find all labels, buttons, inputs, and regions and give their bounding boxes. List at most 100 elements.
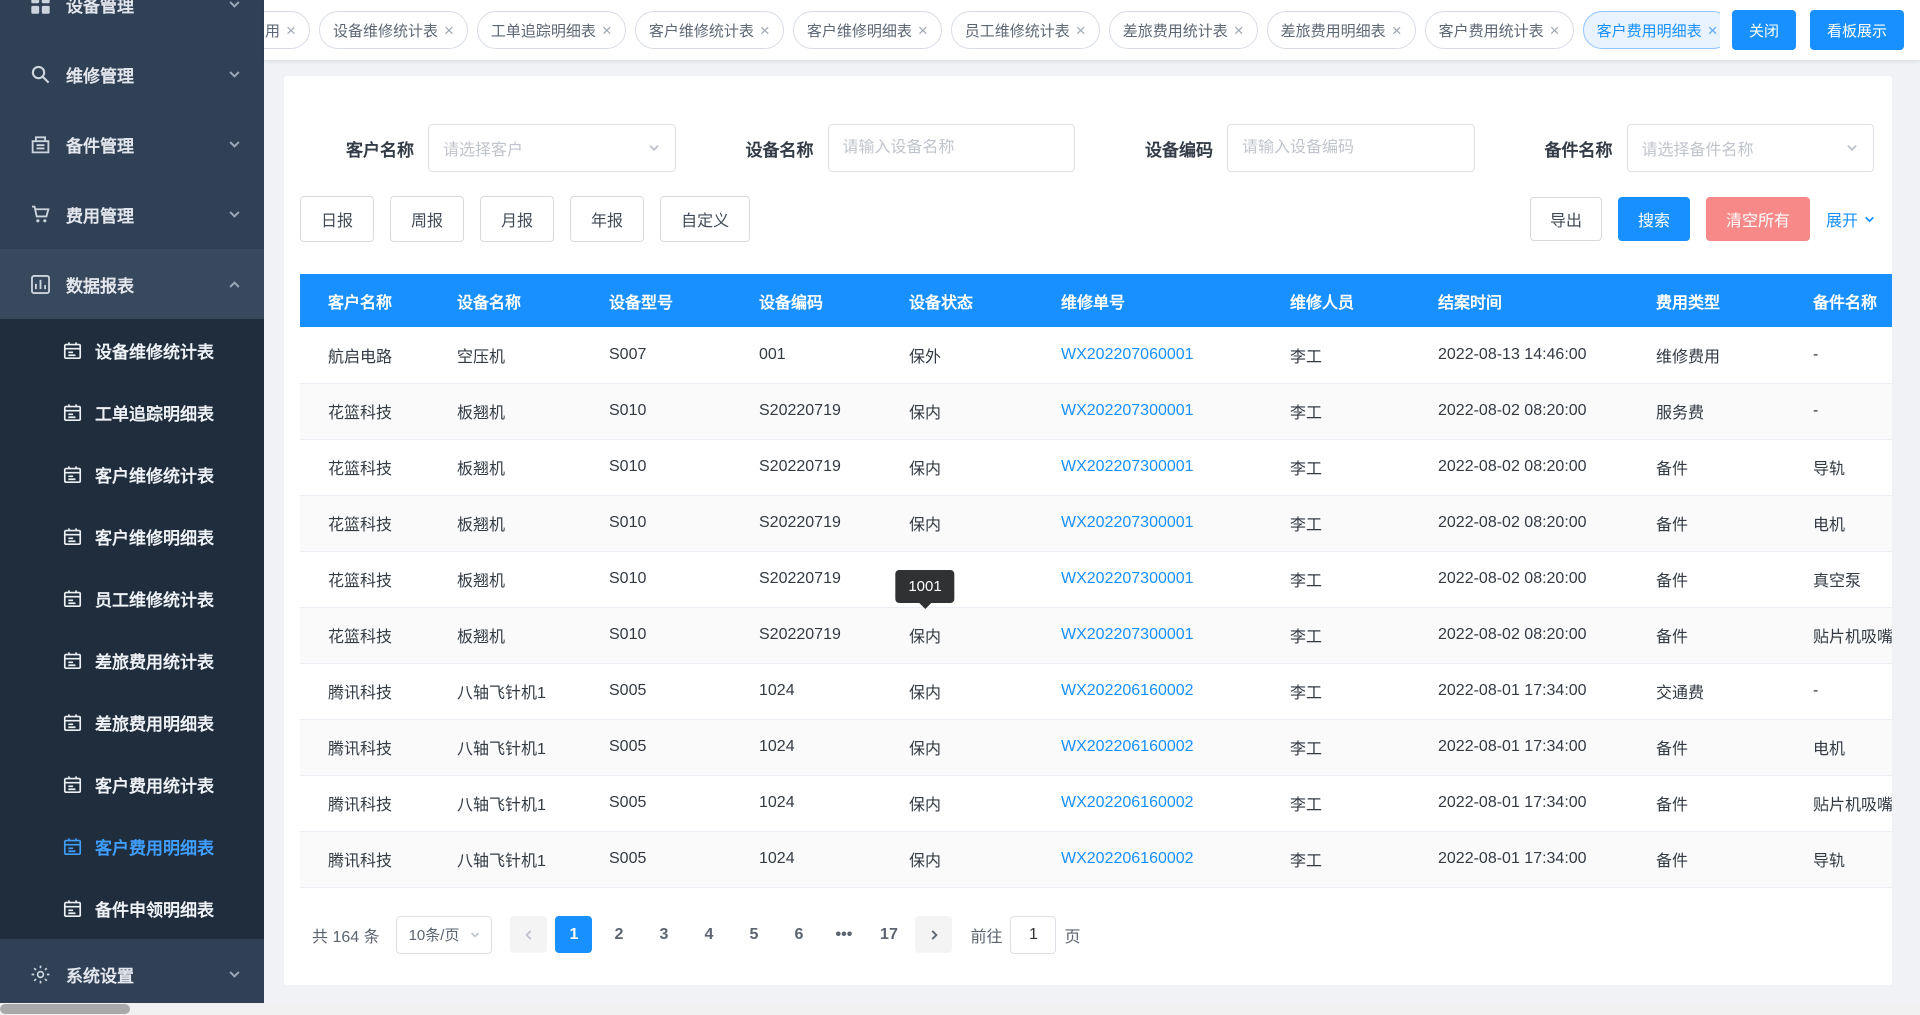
submenu-item-label: 客户费用统计表 (95, 772, 214, 797)
table-cell: 保内 (881, 439, 1033, 495)
tab-item[interactable]: 客户维修明细表× (793, 11, 942, 49)
filter-row: 客户名称请选择客户设备名称设备编码备件名称请选择备件名称 (300, 124, 1876, 172)
submenu-item-work-order-tracking-detail[interactable]: 工单追踪明细表 (0, 381, 264, 443)
work-order-link[interactable]: WX202207060001 (1033, 327, 1262, 383)
page-button[interactable]: 4 (690, 916, 727, 953)
table-cell: 李工 (1262, 383, 1410, 439)
expand-toggle[interactable]: 展开 (1826, 207, 1876, 231)
tab-close-icon[interactable]: × (760, 22, 770, 39)
sidebar-item-data-reports[interactable]: 数据报表 (0, 249, 264, 319)
submenu-item-travel-expense-detail[interactable]: 差旅费用明细表 (0, 691, 264, 753)
horizontal-scrollbar[interactable] (0, 1003, 1920, 1015)
daily-report-button[interactable]: 日报 (300, 196, 374, 242)
action-buttons: 导出 搜索 清空所有 展开 (1530, 197, 1876, 241)
sidebar-item-equipment-mgmt[interactable]: 设备管理 (0, 0, 264, 39)
tab-item[interactable]: 员工维修统计表× (951, 11, 1100, 49)
device-name-input-wrap (828, 124, 1076, 172)
submenu-item-travel-expense-stats[interactable]: 差旅费用统计表 (0, 629, 264, 691)
tab-close-icon[interactable]: × (1234, 22, 1244, 39)
tab-item[interactable]: 客户费用统计表× (1425, 11, 1574, 49)
tab-close-icon[interactable]: × (286, 22, 296, 39)
submenu-item-customer-repair-detail[interactable]: 客户维修明细表 (0, 505, 264, 567)
sidebar-item-repair-mgmt[interactable]: 维修管理 (0, 39, 264, 109)
tab-label: 差旅费用统计表 (1123, 20, 1228, 41)
work-order-link[interactable]: WX202207300001 (1033, 607, 1262, 663)
submenu-item-device-repair-stats[interactable]: 设备维修统计表 (0, 319, 264, 381)
table-cell: 花篮科技 (300, 495, 429, 551)
table-cell: 腾讯科技 (300, 663, 429, 719)
custom-range-button[interactable]: 自定义 (660, 196, 750, 242)
page-button[interactable]: 17 (870, 916, 907, 953)
sidebar-menu: 设备管理维修管理备件管理费用管理数据报表 (0, 0, 264, 319)
work-order-link[interactable]: WX202206160002 (1033, 719, 1262, 775)
sidebar-item-system-settings[interactable]: 系统设置 (0, 939, 264, 1009)
tab-close-icon[interactable]: × (1708, 22, 1718, 39)
tab-item[interactable]: 用× (264, 11, 310, 49)
tab-close-icon[interactable]: × (1392, 22, 1402, 39)
board-display-button[interactable]: 看板展示 (1810, 10, 1904, 50)
tab-close-icon[interactable]: × (444, 22, 454, 39)
range-buttons: 日报周报月报年报自定义 (300, 196, 750, 242)
table-cell: 李工 (1262, 551, 1410, 607)
column-header: 设备编码 (731, 274, 881, 327)
tab-item[interactable]: 客户维修统计表× (635, 11, 784, 49)
sidebar-item-expense-mgmt[interactable]: 费用管理 (0, 179, 264, 249)
table-cell: 李工 (1262, 495, 1410, 551)
sidebar-item-parts-mgmt[interactable]: 备件管理 (0, 109, 264, 179)
export-button[interactable]: 导出 (1530, 197, 1602, 241)
tab-item[interactable]: 客户费用明细表× (1583, 11, 1720, 49)
jump-label-after: 页 (1064, 923, 1080, 947)
page-button[interactable]: 3 (645, 916, 682, 953)
pages-more-button[interactable]: ••• (825, 916, 862, 953)
prev-page-button[interactable] (510, 916, 547, 953)
tab-strip: 用×设备维修统计表×工单追踪明细表×客户维修统计表×客户维修明细表×员工维修统计… (264, 11, 1720, 49)
menu-item-label: 系统设置 (66, 962, 134, 987)
clear-all-button[interactable]: 清空所有 (1706, 197, 1810, 241)
tab-close-icon[interactable]: × (1076, 22, 1086, 39)
calendar-icon (63, 837, 82, 856)
work-order-link[interactable]: WX202206160002 (1033, 831, 1262, 887)
calendar-icon (63, 465, 82, 484)
search-button[interactable]: 搜索 (1618, 197, 1690, 241)
page-button[interactable]: 5 (735, 916, 772, 953)
filter-label: 设备编码 (1101, 136, 1213, 161)
table-cell: 2022-08-02 08:20:00 (1410, 495, 1628, 551)
tab-item[interactable]: 差旅费用统计表 × (1109, 11, 1258, 49)
submenu-item-label: 客户维修明细表 (95, 524, 214, 549)
next-page-button[interactable] (915, 916, 952, 953)
tab-close-icon[interactable]: × (918, 22, 928, 39)
tooltip-text: 1001 (908, 578, 941, 595)
weekly-report-button[interactable]: 周报 (390, 196, 464, 242)
work-order-link[interactable]: WX202207300001 (1033, 383, 1262, 439)
submenu-item-parts-request-detail[interactable]: 备件申领明细表 (0, 877, 264, 939)
chevron-up-icon (227, 277, 242, 292)
work-order-link[interactable]: WX202207300001 (1033, 551, 1262, 607)
submenu-item-employee-repair-stats[interactable]: 员工维修统计表 (0, 567, 264, 629)
tab-close-icon[interactable]: × (602, 22, 612, 39)
work-order-link[interactable]: WX202206160002 (1033, 775, 1262, 831)
work-order-link[interactable]: WX202206160002 (1033, 663, 1262, 719)
page-button[interactable]: 1 (555, 916, 592, 953)
horizontal-scrollbar-thumb[interactable] (0, 1004, 130, 1014)
page-jump-input[interactable] (1010, 916, 1056, 954)
tab-close-icon[interactable]: × (1550, 22, 1560, 39)
close-tabs-button[interactable]: 关闭 (1732, 10, 1796, 50)
device-code-input[interactable] (1242, 139, 1460, 157)
part-name-select[interactable]: 请选择备件名称 (1627, 124, 1875, 172)
customer-name-select[interactable]: 请选择客户 (428, 124, 676, 172)
work-order-link[interactable]: WX202207300001 (1033, 495, 1262, 551)
page-size-select[interactable]: 10条/页 (396, 916, 493, 954)
submenu-item-customer-repair-stats[interactable]: 客户维修统计表 (0, 443, 264, 505)
tab-item[interactable]: 工单追踪明细表× (477, 11, 626, 49)
device-name-input[interactable] (843, 139, 1061, 157)
tab-item[interactable]: 差旅费用明细表× (1267, 11, 1416, 49)
page-button[interactable]: 2 (600, 916, 637, 953)
yearly-report-button[interactable]: 年报 (570, 196, 644, 242)
monthly-report-button[interactable]: 月报 (480, 196, 554, 242)
page-button[interactable]: 6 (780, 916, 817, 953)
submenu-item-customer-expense-stats[interactable]: 客户费用统计表 (0, 753, 264, 815)
submenu-item-customer-expense-detail[interactable]: 客户费用明细表 (0, 815, 264, 877)
tab-item[interactable]: 设备维修统计表× (319, 11, 468, 49)
submenu-item-label: 员工维修统计表 (95, 586, 214, 611)
work-order-link[interactable]: WX202207300001 (1033, 439, 1262, 495)
